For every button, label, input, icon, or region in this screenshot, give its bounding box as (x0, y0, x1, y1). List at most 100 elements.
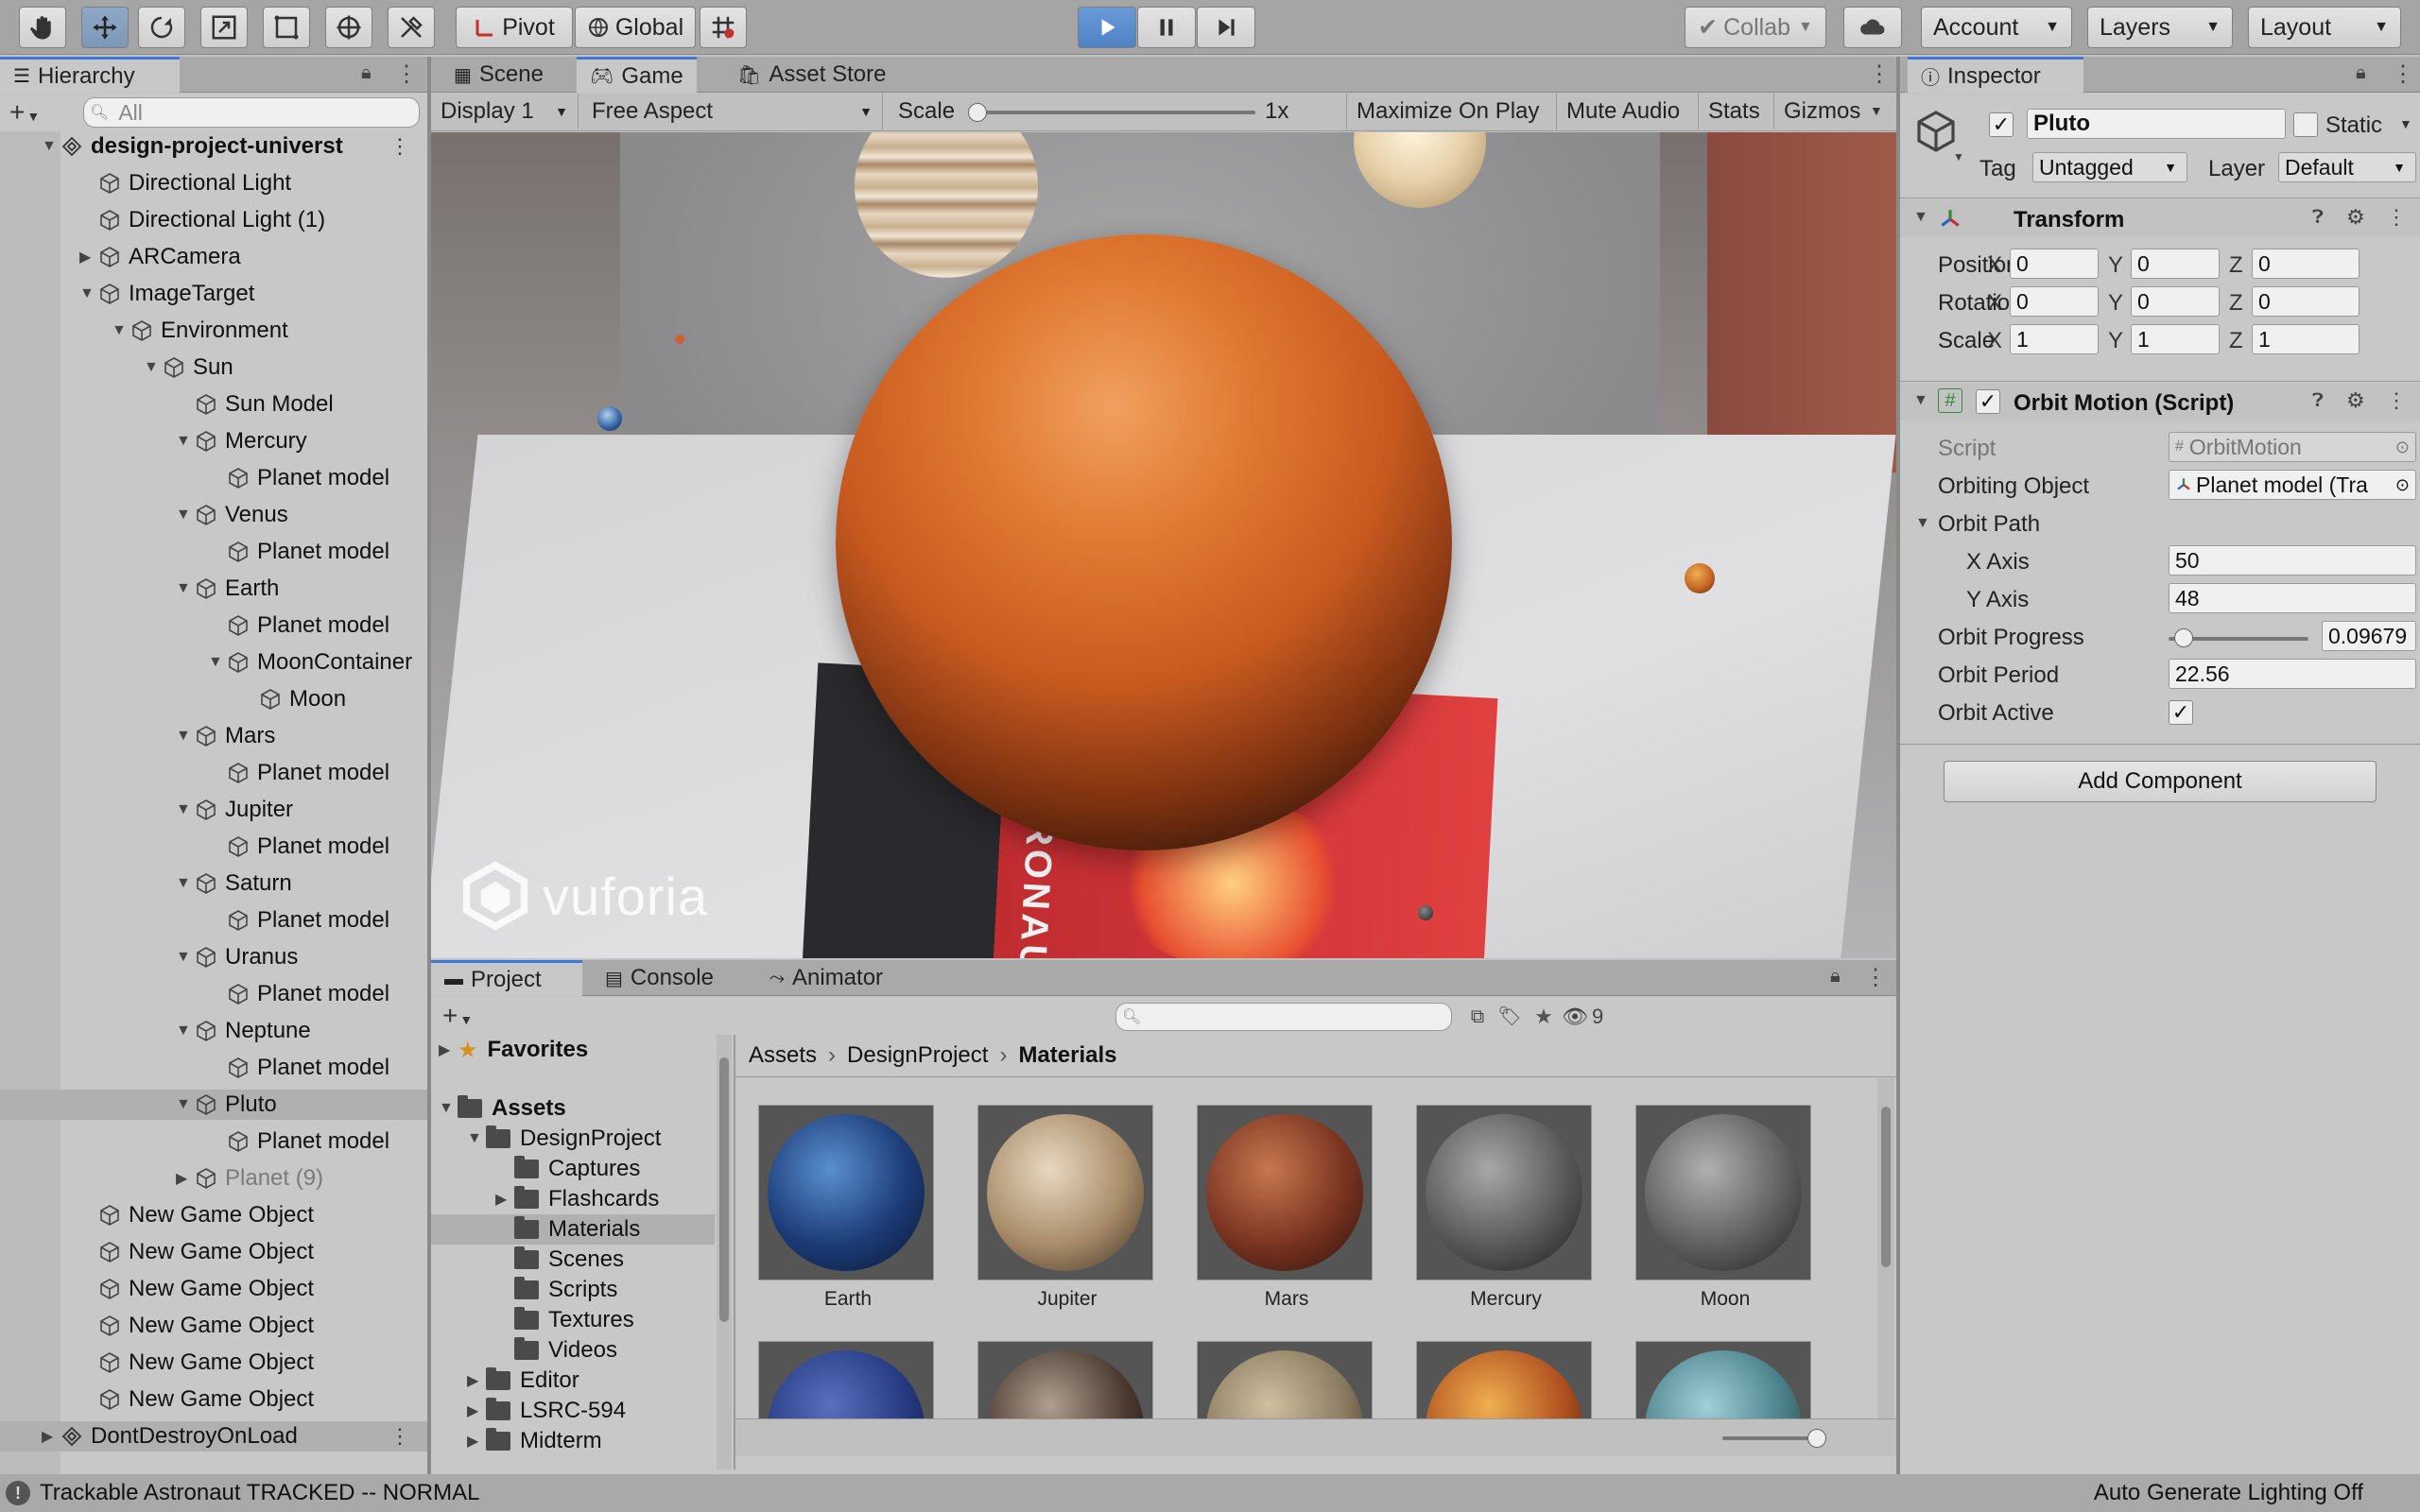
preset-sliders-icon[interactable]: ⚙︎ (2346, 205, 2365, 230)
lighting-status[interactable]: Auto Generate Lighting Off (2094, 1480, 2363, 1506)
project-folder-item[interactable]: ▶ Flashcards (431, 1184, 715, 1214)
material-asset[interactable]: Earth (758, 1105, 938, 1313)
tab-game[interactable]: 🎮︎ Game (577, 57, 697, 93)
transform-scale-z-field[interactable]: 1 (2252, 324, 2360, 354)
tree-scrollbar-thumb[interactable] (719, 1057, 729, 1322)
orbiting-object-field[interactable]: Planet model (Tra ⊙ (2169, 470, 2416, 500)
orbit-motion-header[interactable]: ▼ # ✓ Orbit Motion (Script) ❓︎ ⚙︎ ⋮ (1900, 383, 2420, 421)
material-asset[interactable]: Jupiter (977, 1105, 1157, 1313)
global-toggle[interactable]: Global (575, 7, 696, 48)
material-asset[interactable] (1635, 1341, 1815, 1418)
hierarchy-item[interactable]: ▼ Mercury (0, 426, 427, 456)
transform-position-x-field[interactable]: 0 (2010, 249, 2099, 279)
hierarchy-item[interactable]: New Game Object (0, 1274, 427, 1304)
tab-hierarchy[interactable]: ☰ Hierarchy (0, 57, 180, 93)
grid-snap-button[interactable] (700, 7, 747, 48)
object-name-field[interactable]: Pluto (2027, 109, 2286, 139)
project-folder-item[interactable]: Textures (431, 1305, 715, 1335)
tab-console[interactable]: ▤ Console (592, 960, 727, 996)
transform-rotation-y-field[interactable]: 0 (2131, 286, 2220, 317)
more-options-icon[interactable]: ⋮ (389, 1424, 410, 1449)
project-folder-item[interactable]: Videos (431, 1335, 715, 1366)
add-component-button[interactable]: Add Component (1944, 761, 2377, 802)
transform-header[interactable]: ▼ Transform ❓︎ ⚙︎ ⋮ (1900, 199, 2420, 237)
project-folder-item[interactable]: Captures (431, 1154, 715, 1184)
tab-scene[interactable]: ▦ Scene (441, 57, 557, 93)
stats-toggle[interactable]: Stats (1698, 94, 1770, 129)
account-dropdown[interactable]: Account ▼ (1921, 7, 2072, 48)
hierarchy-item[interactable]: Sun Model (0, 389, 427, 420)
x-axis-field[interactable]: 50 (2169, 545, 2416, 576)
expand-arrow-icon[interactable]: ▼ (208, 654, 227, 671)
breadcrumb-item[interactable]: Materials (1018, 1042, 1116, 1069)
hierarchy-search-input[interactable]: 🔍︎ All (83, 97, 420, 128)
material-asset[interactable]: Mars (1197, 1105, 1376, 1313)
thumbnail-size-slider-thumb[interactable] (1807, 1429, 1826, 1448)
expand-arrow-icon[interactable]: ▼ (79, 285, 98, 302)
step-button[interactable] (1197, 7, 1255, 48)
hand-tool-button[interactable] (19, 7, 66, 48)
expand-arrow-icon[interactable]: ▼ (439, 1100, 458, 1117)
y-axis-field[interactable]: 48 (2169, 583, 2416, 613)
tab-asset-store[interactable]: 🛍︎ Asset Store (724, 57, 899, 93)
component-enabled-checkbox[interactable]: ✓ (1976, 389, 2000, 414)
expand-arrow-icon[interactable]: ▼ (144, 359, 163, 376)
hierarchy-item[interactable]: Planet model (0, 832, 427, 862)
collapse-arrow-icon[interactable]: ▶ (495, 1190, 514, 1209)
rotate-tool-button[interactable] (138, 7, 185, 48)
project-folder-item[interactable]: ▶ Midterm (431, 1426, 715, 1456)
hierarchy-item[interactable]: ▼ Sun (0, 352, 427, 383)
more-options-icon[interactable]: ⋮ (2386, 388, 2407, 413)
project-folder-item[interactable]: ▼ Assets (431, 1093, 715, 1124)
material-asset[interactable] (977, 1341, 1157, 1418)
collapse-arrow-icon[interactable]: ▶ (467, 1371, 486, 1390)
project-search-input[interactable]: 🔍︎ (1115, 1003, 1452, 1031)
collapse-arrow-icon[interactable]: ▶ (42, 1427, 60, 1446)
pause-button[interactable] (1137, 7, 1196, 48)
expand-arrow-icon[interactable]: ▼ (467, 1130, 486, 1147)
transform-scale-x-field[interactable]: 1 (2010, 324, 2099, 354)
transform-tool-button[interactable] (325, 7, 372, 48)
tag-dropdown[interactable]: Untagged ▼ (2032, 152, 2187, 182)
hierarchy-item[interactable]: Planet model (0, 905, 427, 936)
hierarchy-item[interactable]: Planet model (0, 979, 427, 1009)
hierarchy-item[interactable]: ▼ Earth (0, 574, 427, 604)
hierarchy-item[interactable]: ▼ Venus (0, 500, 427, 530)
orbit-progress-field[interactable]: 0.09679 (2322, 621, 2416, 651)
help-icon[interactable]: ❓︎ (2312, 207, 2324, 229)
hierarchy-item[interactable]: Planet model (0, 1126, 427, 1157)
hierarchy-item[interactable]: New Game Object (0, 1200, 427, 1230)
collab-dropdown[interactable]: ✔ Collab ▼ (1685, 7, 1826, 48)
collapse-arrow-icon[interactable]: ▶ (79, 248, 98, 266)
hierarchy-item[interactable]: ▶ DontDestroyOnLoad ⋮ (0, 1421, 427, 1452)
maximize-on-play-toggle[interactable]: Maximize On Play (1346, 94, 1548, 129)
transform-scale-y-field[interactable]: 1 (2131, 324, 2220, 354)
transform-rotation-z-field[interactable]: 0 (2252, 286, 2360, 317)
chevron-down-icon[interactable]: ▼ (1915, 515, 1930, 532)
lock-icon[interactable]: 🔒︎ (1830, 966, 1841, 988)
more-options-icon[interactable]: ⋮ (2392, 60, 2414, 88)
hierarchy-item[interactable]: ▼ ImageTarget (0, 279, 427, 309)
layer-dropdown[interactable]: Default ▼ (2278, 152, 2416, 182)
pivot-toggle[interactable]: Pivot (456, 7, 573, 48)
gizmos-toggle[interactable]: Gizmos (1773, 94, 1870, 129)
hierarchy-item[interactable]: ▼ Environment (0, 316, 427, 346)
hierarchy-item[interactable]: New Game Object (0, 1348, 427, 1378)
favorite-star-button[interactable]: ★ (1528, 1001, 1560, 1033)
tab-inspector[interactable]: ⓘ Inspector (1908, 57, 2083, 93)
transform-position-y-field[interactable]: 0 (2131, 249, 2220, 279)
hierarchy-item[interactable]: Planet model (0, 758, 427, 788)
project-folder-item[interactable]: Scenes (431, 1245, 715, 1275)
expand-arrow-icon[interactable]: ▼ (176, 728, 195, 745)
transform-rotation-x-field[interactable]: 0 (2010, 286, 2099, 317)
game-viewport[interactable]: ASTRONAUT vuforia (431, 132, 1896, 958)
scale-slider-track[interactable] (972, 111, 1255, 114)
material-asset[interactable]: Moon (1635, 1105, 1815, 1313)
hierarchy-item[interactable]: New Game Object (0, 1384, 427, 1415)
hierarchy-item[interactable]: ▶ Planet (9) (0, 1163, 427, 1194)
active-checkbox[interactable]: ✓ (1989, 112, 2014, 137)
hierarchy-item[interactable]: ▼ design-project-universt ⋮ (0, 131, 427, 162)
orbit-active-checkbox[interactable]: ✓ (2169, 700, 2193, 725)
chevron-down-icon[interactable]: ▼ (2399, 116, 2412, 131)
expand-arrow-icon[interactable]: ▼ (176, 580, 195, 597)
